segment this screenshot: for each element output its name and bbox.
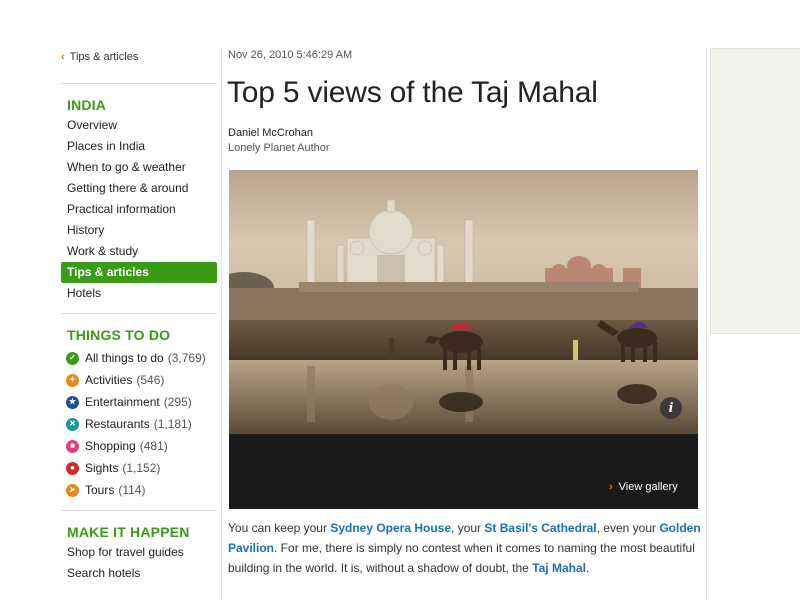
things-to-do-item[interactable]: ✕ Restaurants (1,181) bbox=[61, 413, 217, 435]
things-to-do-label: Sights bbox=[85, 461, 119, 475]
things-to-do-count: (481) bbox=[139, 439, 168, 453]
divider bbox=[61, 83, 217, 84]
info-icon[interactable]: i bbox=[660, 397, 682, 419]
things-to-do-label: Shopping bbox=[85, 439, 136, 453]
things-to-do-label: Entertainment bbox=[85, 395, 160, 409]
body-text: . For me, there is simply no contest whe… bbox=[228, 541, 695, 575]
sidebar-item-getting-there-around[interactable]: Getting there & around bbox=[61, 178, 217, 199]
star-icon: ★ bbox=[66, 395, 79, 409]
back-link-label: Tips & articles bbox=[69, 51, 139, 63]
things-to-do-count: (114) bbox=[118, 483, 146, 497]
column-divider bbox=[706, 48, 707, 600]
article-body: You can keep your Sydney Opera House, yo… bbox=[228, 518, 703, 578]
sidebar-item-tips-articles[interactable]: Tips & articles bbox=[61, 262, 217, 283]
sidebar: ‹ Tips & articles INDIA Overview Places i… bbox=[61, 44, 217, 584]
things-to-do-label: Restaurants bbox=[85, 417, 150, 431]
india-nav-list: Overview Places in India When to go & weat… bbox=[61, 115, 217, 304]
sidebar-item-overview[interactable]: Overview bbox=[61, 115, 217, 136]
body-text: You can keep your bbox=[228, 521, 331, 535]
st-basils-cathedral-link[interactable]: St Basil's Cathedral bbox=[484, 521, 596, 535]
divider bbox=[61, 510, 217, 511]
article: Nov 26, 2010 5:46:29 AM Top 5 views of t… bbox=[227, 44, 700, 154]
column-divider bbox=[221, 48, 222, 600]
eye-icon: ● bbox=[66, 461, 79, 475]
things-to-do-title: THINGS TO DO bbox=[67, 327, 171, 343]
tour-icon: ➤ bbox=[66, 483, 79, 497]
sydney-opera-house-link[interactable]: Sydney Opera House bbox=[330, 521, 451, 535]
activity-icon: ✦ bbox=[66, 373, 79, 387]
check-icon: ✓ bbox=[66, 351, 79, 365]
author-name[interactable]: Daniel McCrohan bbox=[228, 127, 700, 139]
chevron-right-icon: › bbox=[609, 481, 613, 493]
make-it-happen-item[interactable]: Shop for travel guides bbox=[61, 542, 217, 563]
make-it-happen-title: MAKE IT HAPPEN bbox=[67, 524, 190, 540]
body-text: , your bbox=[451, 521, 485, 535]
things-to-do-count: (3,769) bbox=[167, 351, 206, 365]
things-to-do-count: (546) bbox=[136, 373, 165, 387]
things-to-do-count: (295) bbox=[163, 395, 192, 409]
body-text: , even your bbox=[596, 521, 660, 535]
article-date: Nov 26, 2010 5:46:29 AM bbox=[228, 49, 353, 61]
shopping-bag-icon: ■ bbox=[66, 439, 79, 453]
sidebar-item-when-to-go-weather[interactable]: When to go & weather bbox=[61, 157, 217, 178]
things-to-do-item[interactable]: ■ Shopping (481) bbox=[61, 435, 217, 457]
things-to-do-item[interactable]: ✦ Activities (546) bbox=[61, 369, 217, 391]
cutlery-icon: ✕ bbox=[66, 417, 79, 431]
things-to-do-label: All things to do bbox=[85, 351, 164, 365]
body-text: . bbox=[585, 561, 590, 575]
india-section-title: INDIA bbox=[67, 97, 107, 113]
things-to-do-label: Activities bbox=[85, 373, 133, 387]
taj-mahal-photo[interactable] bbox=[229, 170, 698, 509]
right-ad-panel bbox=[710, 48, 800, 334]
things-to-do-item[interactable]: ➤ Tours (114) bbox=[61, 479, 217, 501]
make-it-happen-item[interactable]: Search hotels bbox=[61, 563, 217, 584]
things-to-do-count: (1,181) bbox=[153, 417, 192, 431]
author-role: Lonely Planet Author bbox=[228, 142, 330, 154]
chevron-left-icon: ‹ bbox=[61, 51, 65, 63]
things-to-do-item[interactable]: ✓ All things to do (3,769) bbox=[61, 347, 217, 369]
sidebar-item-work-study[interactable]: Work & study bbox=[61, 241, 217, 262]
taj-mahal-link[interactable]: Taj Mahal bbox=[532, 561, 586, 575]
sidebar-item-history[interactable]: History bbox=[61, 220, 217, 241]
make-it-happen-list: Shop for travel guides Search hotels bbox=[61, 542, 217, 584]
sidebar-item-practical-information[interactable]: Practical information bbox=[61, 199, 217, 220]
back-to-tips-link[interactable]: ‹ Tips & articles bbox=[61, 44, 217, 70]
sidebar-item-hotels[interactable]: Hotels bbox=[61, 283, 217, 304]
things-to-do-label: Tours bbox=[85, 483, 115, 497]
sidebar-item-places-in-india[interactable]: Places in India bbox=[61, 136, 217, 157]
divider bbox=[61, 313, 217, 314]
view-gallery-link[interactable]: › View gallery bbox=[609, 481, 678, 493]
view-gallery-label: View gallery bbox=[618, 481, 678, 493]
things-to-do-count: (1,152) bbox=[122, 461, 161, 475]
things-to-do-list: ✓ All things to do (3,769) ✦ Activities (546)… bbox=[61, 347, 217, 501]
taj-mahal-illustration bbox=[229, 170, 698, 509]
things-to-do-item[interactable]: ★ Entertainment (295) bbox=[61, 391, 217, 413]
article-title: Top 5 views of the Taj Mahal bbox=[227, 76, 598, 109]
things-to-do-item[interactable]: ● Sights (1,152) bbox=[61, 457, 217, 479]
